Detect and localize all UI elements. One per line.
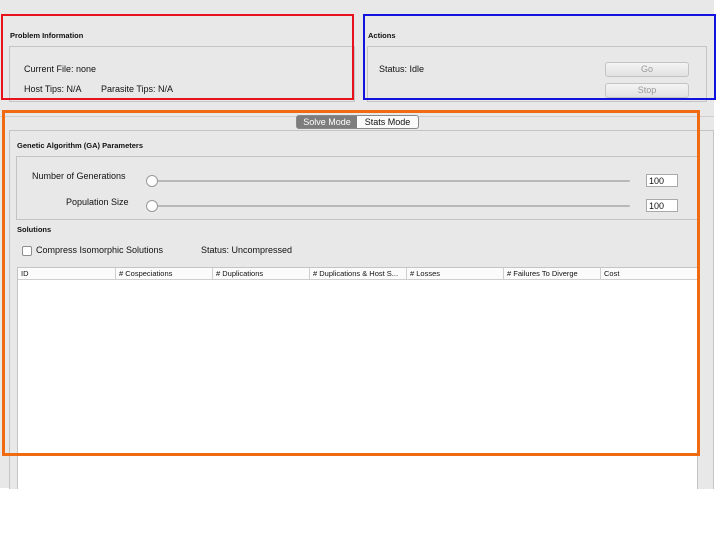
problem-info-highlight	[1, 14, 354, 100]
actions-highlight	[363, 14, 716, 100]
main-highlight	[2, 110, 700, 456]
